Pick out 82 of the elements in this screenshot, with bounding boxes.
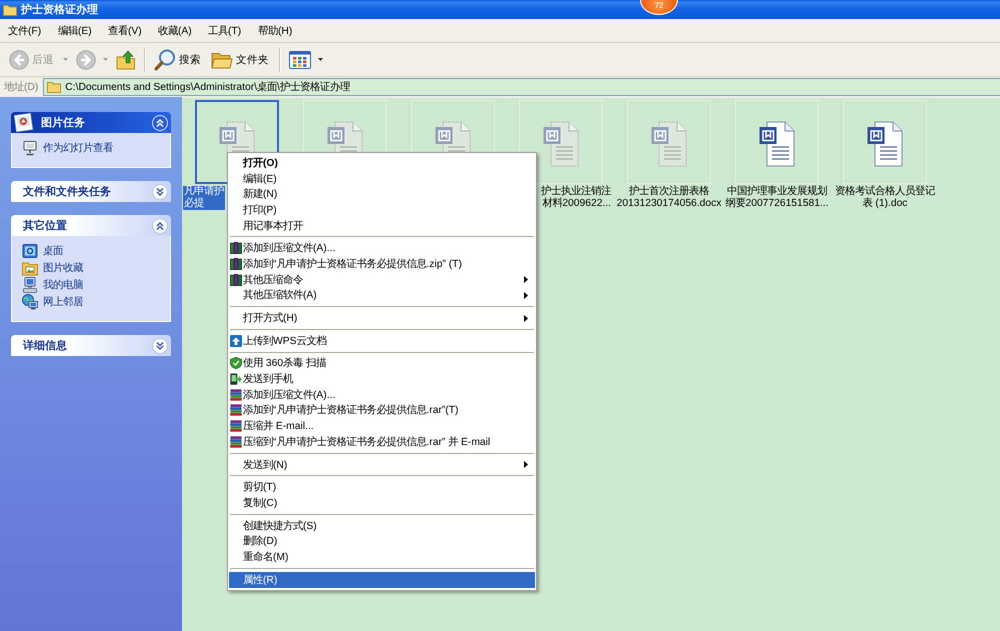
file-name[interactable]: 护士首次注册表格 20131230174056.docx [616, 186, 722, 210]
stacked-books-icon [230, 436, 242, 448]
menu-item[interactable]: 发送到手机 [229, 371, 535, 387]
folder-icon [47, 81, 62, 93]
menu-item[interactable]: 添加到“凡申请护士资格证书务必提供信息.rar”(T) [229, 402, 535, 418]
stacked-books-icon [230, 420, 242, 432]
menu-item[interactable]: 打开(O) [229, 155, 535, 171]
menu-item[interactable]: 用记事本打开 [229, 218, 535, 234]
menu-item[interactable]: 查看(V) [102, 22, 152, 40]
sidebar-link[interactable]: 图片收藏 [22, 259, 166, 276]
menu-item[interactable]: 工具(T) [202, 22, 252, 40]
stacked-books-icon [230, 404, 242, 416]
submenu-arrow-icon [524, 276, 528, 284]
submenu-arrow-icon [524, 292, 528, 299]
views-icon [289, 50, 311, 68]
panel-header[interactable]: 图片任务 [11, 112, 171, 133]
submenu-arrow-icon [524, 461, 528, 468]
books-icon [230, 274, 242, 286]
address-label: 地址(D) [3, 80, 40, 94]
menu-item[interactable]: 打开方式(H) [229, 310, 535, 326]
menu-item[interactable]: 编辑(E) [52, 22, 102, 40]
monitor-icon [22, 140, 38, 156]
caret-icon [63, 58, 68, 61]
menu-item[interactable]: 重命名(M) [229, 549, 535, 565]
folders-button[interactable]: 文件夹 [208, 48, 274, 70]
folder-icon [211, 50, 233, 68]
menu-item[interactable]: 新建(N) [229, 186, 535, 202]
shield-icon [230, 357, 242, 370]
menu-item[interactable]: 打印(P) [229, 202, 535, 218]
books-icon [230, 242, 242, 254]
double-chevron-icon [152, 338, 168, 354]
menu-item[interactable]: 删除(D) [229, 533, 535, 550]
sidebar-link[interactable]: 作为幻灯片查看 [22, 139, 166, 156]
menu-item[interactable]: 使用 360杀毒 扫描 [229, 356, 535, 372]
sidebar-link[interactable]: 网上邻居 [22, 293, 166, 310]
menu-item[interactable]: 收藏(A) [152, 22, 202, 40]
sidebar-link[interactable]: 桌面 [22, 242, 166, 259]
panel-header[interactable]: 文件和文件夹任务 [11, 181, 171, 202]
menu-item[interactable]: 压缩并 E-mail... [229, 418, 535, 434]
up-folder-icon [116, 50, 136, 70]
window-title: 护士资格证办理 [21, 2, 98, 17]
menu-item[interactable]: 剪切(T) [229, 479, 535, 496]
upload-icon [230, 334, 242, 347]
address-field[interactable]: C:\Documents and Settings\Administrator\桌面\护士资格证办理 [43, 78, 1000, 96]
network-icon [22, 294, 38, 310]
views-button[interactable] [286, 48, 326, 70]
desktop-icon [22, 242, 38, 258]
menu-item[interactable]: 其他压缩软件(A) [229, 288, 535, 304]
search-button[interactable]: 搜索 [151, 46, 206, 72]
sidebar-link[interactable]: 我的电脑 [22, 276, 166, 293]
file-name[interactable]: 凡申请护 必提 [183, 186, 225, 210]
file-name[interactable]: 资格考试合格人员登记 表 (1).doc [834, 186, 936, 210]
menu-item[interactable]: 帮助(H) [252, 22, 302, 40]
menu-item[interactable]: 添加到“凡申请护士资格证书务必提供信息.zip” (T) [229, 256, 535, 272]
menu-item[interactable]: 添加到压缩文件(A)... [229, 240, 535, 256]
menu-item[interactable]: 复制(C) [229, 495, 535, 511]
caret-icon [318, 58, 323, 61]
computer-icon [22, 276, 38, 292]
menu-item[interactable]: 发送到(N) [229, 456, 535, 472]
books-icon [230, 258, 242, 270]
panel-header[interactable]: 详细信息 [11, 335, 171, 356]
search-icon [154, 48, 176, 70]
picture-folder-icon [22, 260, 38, 276]
file-name[interactable]: 护士执业注销注 材料2009622... [540, 186, 612, 210]
double-chevron-icon [152, 218, 168, 234]
menu-item[interactable]: 其他压缩命令 [229, 272, 535, 288]
phone-icon [230, 373, 242, 386]
menu-item[interactable]: 文件(F) [2, 22, 52, 40]
menu-item[interactable]: 属性(R) [229, 572, 535, 588]
double-chevron-icon [152, 184, 168, 200]
panel-header[interactable]: 其它位置 [11, 215, 171, 236]
menu-item[interactable]: 添加到压缩文件(A)... [229, 386, 535, 403]
menu-item[interactable]: 上传到WPS云文档 [229, 332, 535, 349]
caret-icon [103, 58, 108, 61]
menu-item[interactable]: 编辑(E) [229, 170, 535, 186]
menu-item[interactable]: 压缩到“凡申请护士资格证书务必提供信息.rar” 并 E-mail [229, 434, 535, 450]
double-chevron-icon [152, 114, 168, 130]
file-name[interactable]: 中国护理事业发展规划 纲要2007726151581... [724, 186, 830, 210]
stacked-books-icon [230, 388, 242, 401]
folder-icon [3, 4, 17, 16]
submenu-arrow-icon [524, 314, 528, 322]
menu-item[interactable]: 创建快捷方式(S) [229, 518, 535, 534]
